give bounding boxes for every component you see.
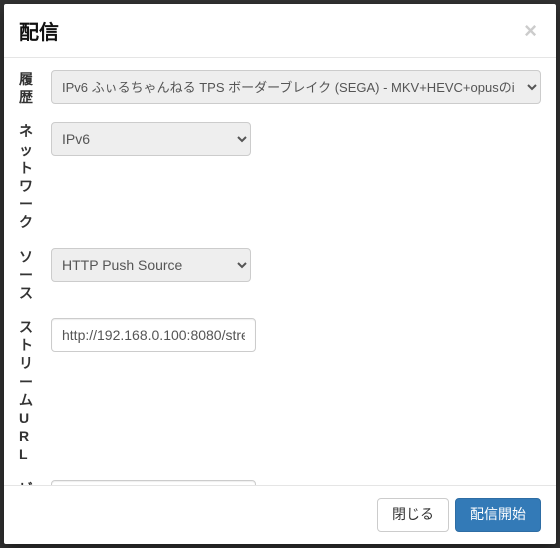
row-history: 履歴 IPv6 ふぃるちゃんねる TPS ボーダーブレイク (SEGA) - M… [19,70,541,106]
label-stream-url: ストリームURL [19,318,37,464]
label-network: ネットワーク [19,122,37,231]
start-broadcast-button[interactable]: 配信開始 [455,498,541,532]
broadcast-modal: 配信 × 履歴 IPv6 ふぃるちゃんねる TPS ボーダーブレイク (SEGA… [4,4,556,544]
row-network: ネットワーク IPv6 [19,122,541,231]
modal-body[interactable]: 履歴 IPv6 ふぃるちゃんねる TPS ボーダーブレイク (SEGA) - M… [4,58,556,485]
modal-footer: 閉じる 配信開始 [4,485,556,544]
modal-title: 配信 [19,16,520,45]
row-bitrate: ビットレート [19,480,541,486]
label-source: ソース [19,248,37,303]
source-select[interactable]: HTTP Push Source [51,248,251,282]
bitrate-input[interactable] [51,480,256,486]
label-history: 履歴 [19,70,37,106]
close-icon[interactable]: × [520,20,541,42]
row-stream-url: ストリームURL [19,318,541,464]
stream-url-input[interactable] [51,318,256,352]
row-source: ソース HTTP Push Source [19,248,541,303]
label-bitrate: ビットレート [19,480,37,486]
close-button[interactable]: 閉じる [377,498,449,532]
modal-header: 配信 × [4,4,556,58]
network-select[interactable]: IPv6 [51,122,251,156]
history-select[interactable]: IPv6 ふぃるちゃんねる TPS ボーダーブレイク (SEGA) - MKV+… [51,70,541,104]
